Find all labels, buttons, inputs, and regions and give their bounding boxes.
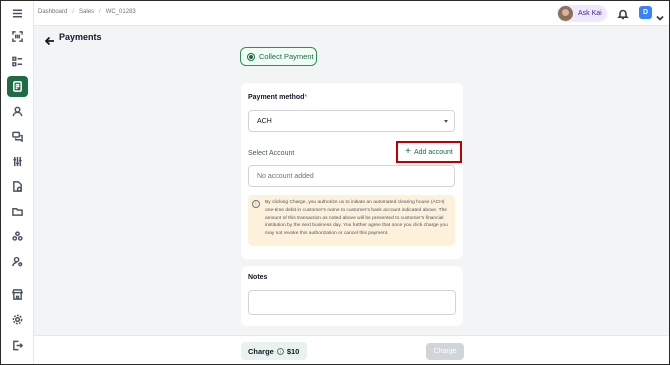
breadcrumb-sales[interactable]: Sales: [79, 9, 94, 15]
user-icon[interactable]: [8, 102, 27, 121]
radio-selected-icon: [247, 52, 255, 61]
avatar: [558, 6, 573, 21]
document-icon[interactable]: [8, 177, 27, 196]
notes-label-text: Notes: [248, 274, 268, 281]
select-account-label: Select Account: [248, 150, 295, 157]
scan-icon[interactable]: [8, 27, 27, 46]
breadcrumb-separator: /: [99, 9, 101, 15]
payment-method-label-text: Payment method: [248, 94, 305, 101]
breadcrumb-current: WC_01283: [105, 9, 136, 15]
account-field[interactable]: No account added: [248, 165, 455, 187]
payment-method-value: ACH: [257, 118, 272, 125]
info-icon: i: [252, 200, 260, 208]
plus-icon: +: [405, 146, 411, 157]
charge-amount: $10: [286, 346, 300, 356]
breadcrumb: Dashboard / Sales / WC_01283: [38, 9, 136, 15]
collect-payment-option[interactable]: Collect Payment: [240, 47, 317, 66]
chevron-down-icon[interactable]: [656, 9, 664, 21]
bell-icon[interactable]: [617, 7, 629, 20]
chat-icon[interactable]: [8, 127, 27, 146]
caret-down-icon: [444, 120, 448, 123]
group-icon[interactable]: [8, 227, 27, 246]
menu-icon[interactable]: [8, 4, 27, 23]
logout-icon[interactable]: [8, 336, 27, 355]
add-account-label: Add account: [413, 148, 453, 156]
charge-button[interactable]: Charge: [426, 343, 464, 360]
payment-card: Payment method* ACH Select Account + Add…: [241, 83, 463, 259]
collect-payment-label: Collect Payment: [259, 52, 314, 61]
notes-textarea[interactable]: [248, 290, 456, 315]
back-arrow-icon[interactable]: [44, 33, 55, 46]
payment-method-label: Payment method*: [248, 94, 307, 101]
notice-text: By clicking Charge, you authorize us to …: [265, 200, 448, 237]
user-avatar[interactable]: D: [639, 6, 652, 19]
list-icon[interactable]: [8, 52, 27, 71]
breadcrumb-dashboard[interactable]: Dashboard: [38, 9, 67, 15]
ach-authorization-notice: i By clicking Charge, you authorize us t…: [248, 195, 455, 246]
sidebar: [1, 1, 34, 364]
breadcrumb-separator: /: [72, 9, 75, 15]
notes-label: Notes: [248, 274, 267, 281]
payment-method-select[interactable]: ACH: [248, 110, 455, 132]
store-icon[interactable]: [8, 285, 27, 304]
sliders-icon[interactable]: [8, 152, 27, 171]
notes-card: Notes: [241, 266, 463, 326]
user-settings-icon[interactable]: [8, 252, 27, 271]
top-bar: Dashboard / Sales / WC_01283 Ask Kai D: [34, 1, 669, 26]
charge-summary-label: Charge: [248, 346, 274, 356]
info-icon[interactable]: i: [276, 347, 284, 355]
gear-icon[interactable]: [8, 310, 27, 329]
invoice-icon[interactable]: [7, 76, 28, 97]
bottom-bar: Charge i $10 Charge: [34, 335, 669, 364]
folder-icon[interactable]: [8, 202, 27, 221]
add-account-button[interactable]: + Add account: [396, 141, 462, 163]
required-mark: *: [304, 94, 308, 101]
app-window: Dashboard / Sales / WC_01283 Ask Kai D P…: [0, 0, 670, 365]
ask-kai-label: Ask Kai: [578, 10, 602, 17]
page-title: Payments: [59, 32, 102, 42]
ask-kai-button[interactable]: Ask Kai: [557, 5, 607, 22]
account-placeholder: No account added: [257, 173, 314, 180]
charge-summary: Charge i $10: [241, 342, 307, 360]
